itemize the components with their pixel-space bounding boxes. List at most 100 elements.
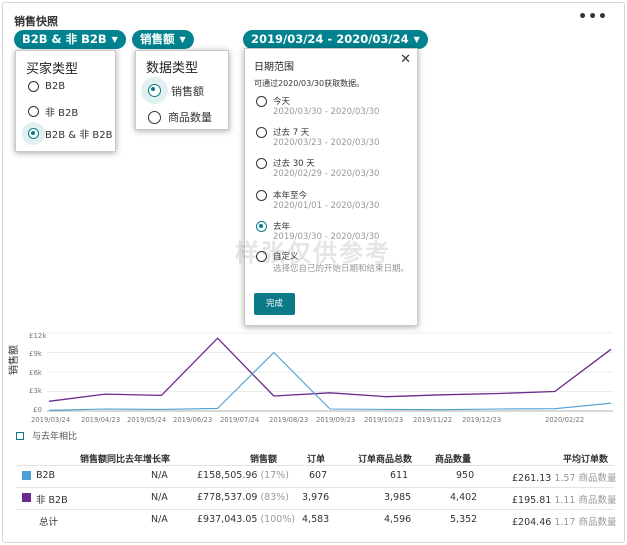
row-orders: 4,583 xyxy=(302,514,330,525)
buyer-type-dropdown[interactable]: B2B & 非 B2B ▼ xyxy=(14,30,126,49)
caret-down-icon: ▼ xyxy=(179,35,186,44)
x-tick-label: 2019/03/24 xyxy=(31,416,71,424)
close-icon[interactable]: ✕ xyxy=(400,52,411,67)
row-growth: N/A xyxy=(151,470,168,481)
row-units: 5,352 xyxy=(450,514,478,525)
series-line-b2b xyxy=(48,351,612,411)
buyer-option-non-b2b[interactable]: 非 B2B xyxy=(28,104,78,119)
data-type-heading: 数据类型 xyxy=(146,61,199,76)
data-type-pill-label: 销售额 xyxy=(140,32,175,46)
x-tick-label: 2019/06/23 xyxy=(173,416,213,424)
sales-value: £778,537.09 xyxy=(197,492,258,503)
buyer-type-menu: 买家类型 B2B 非 B2B B2B & 非 B2B xyxy=(15,50,116,152)
radio-button[interactable] xyxy=(256,127,267,138)
row-growth: N/A xyxy=(151,492,168,503)
x-tick-label: 2019/07/24 xyxy=(220,416,260,424)
sales-percent: (17%) xyxy=(260,470,289,481)
y-tick-label: £12k xyxy=(29,332,47,340)
buyer-type-pill-label: B2B & 非 B2B xyxy=(22,32,107,46)
col-header-growth: 销售额同比去年增长率 xyxy=(80,455,171,465)
date-range-dropdown[interactable]: 2019/03/24 - 2020/03/24 ▼ xyxy=(243,30,428,49)
sales-value: £158,505.96 xyxy=(197,470,258,481)
x-tick-label: 2020/02/22 xyxy=(545,416,585,424)
y-tick-label: £9k xyxy=(29,350,42,358)
option-range: 2020/01/01 - 2020/03/30 xyxy=(273,201,380,211)
radio-button[interactable] xyxy=(256,158,267,169)
radio-button[interactable] xyxy=(256,190,267,201)
row-order-items: 611 xyxy=(390,470,409,481)
date-option-year-to-date[interactable]: 本年至今 2020/01/01 - 2020/03/30 xyxy=(256,189,379,211)
date-range-pill-label: 2019/03/24 - 2020/03/24 xyxy=(251,32,409,46)
radio-button[interactable] xyxy=(28,81,39,92)
checkbox[interactable] xyxy=(16,431,24,440)
option-label: 商品数量 xyxy=(168,111,212,124)
option-label: 去年 xyxy=(273,222,291,232)
radio-selected-halo xyxy=(141,77,168,104)
radio-button-selected[interactable] xyxy=(28,128,39,139)
chart-grid xyxy=(47,332,613,412)
date-option-last-7-days[interactable]: 过去 7 天 2020/03/23 - 2020/03/30 xyxy=(256,126,379,148)
more-icon[interactable]: ••• xyxy=(578,9,608,25)
x-tick-label: 2019/08/23 xyxy=(269,416,309,424)
table-divider xyxy=(16,465,614,466)
sales-line-chart xyxy=(47,332,613,412)
x-tick-label: 2019/04/23 xyxy=(81,416,121,424)
avg-units: 1.57 商品数量 xyxy=(554,473,617,484)
radio-button-selected[interactable] xyxy=(148,84,161,97)
option-label: 今天 xyxy=(273,97,291,107)
data-option-units[interactable]: 商品数量 xyxy=(148,109,212,125)
row-orders: 607 xyxy=(309,470,328,481)
date-range-heading: 日期范围 xyxy=(254,62,294,73)
sales-snapshot-widget: 销售快照 ••• B2B & 非 B2B ▼ 销售额 ▼ 2019/03/24 - … xyxy=(2,2,625,543)
data-type-menu: 数据类型 销售额 商品数量 xyxy=(135,50,229,130)
option-label: 过去 30 天 xyxy=(273,159,315,169)
row-name: B2B xyxy=(36,470,56,481)
col-header-units: 商品数量 xyxy=(435,455,472,465)
y-axis-label: 销售额 xyxy=(9,345,20,375)
data-option-sales[interactable]: 销售额 xyxy=(141,77,204,104)
compare-last-year-checkbox[interactable]: 与去年相比 xyxy=(16,429,77,442)
option-label: 销售额 xyxy=(171,84,204,98)
buyer-type-heading: 买家类型 xyxy=(26,62,79,77)
data-type-dropdown[interactable]: 销售额 ▼ xyxy=(132,30,194,49)
done-button[interactable]: 完成 xyxy=(254,293,295,315)
row-avg: £195.81 1.11 商品数量 xyxy=(512,492,617,506)
option-label: B2B & 非 B2B xyxy=(45,130,113,141)
option-label: 本年至今 xyxy=(273,191,308,201)
col-header-orders: 订单 xyxy=(307,455,326,465)
row-units: 4,402 xyxy=(450,492,478,503)
non-b2b-color-swatch xyxy=(22,493,31,502)
row-sales: £778,537.09 (83%) xyxy=(197,492,289,503)
table-divider xyxy=(16,509,614,510)
avg-units: 1.11 商品数量 xyxy=(554,495,617,506)
y-tick-label: £3k xyxy=(29,387,42,395)
col-header-order-items: 订单商品总数 xyxy=(358,455,413,465)
buyer-option-b2b[interactable]: B2B xyxy=(28,81,65,92)
radio-button-selected[interactable] xyxy=(256,221,267,232)
row-name: 总计 xyxy=(39,517,59,528)
row-order-items: 4,596 xyxy=(384,514,412,525)
buyer-option-all[interactable]: B2B & 非 B2B xyxy=(22,122,113,145)
x-tick-label: 2019/10/23 xyxy=(364,416,404,424)
radio-button[interactable] xyxy=(28,106,39,117)
row-orders: 3,976 xyxy=(302,492,330,503)
option-label: 过去 7 天 xyxy=(273,128,310,138)
option-range: 2020/02/29 - 2020/03/30 xyxy=(273,169,380,179)
sales-percent: (100%) xyxy=(260,514,296,525)
row-units: 950 xyxy=(456,470,475,481)
x-tick-label: 2019/11/22 xyxy=(413,416,453,424)
option-label: 非 B2B xyxy=(45,108,79,119)
data-availability-note: 可通过2020/03/30获取数据。 xyxy=(254,79,365,88)
watermark-text: 样张仅供参考 xyxy=(235,239,391,267)
radio-button[interactable] xyxy=(256,96,267,107)
date-option-today[interactable]: 今天 2020/03/30 - 2020/03/30 xyxy=(256,95,379,117)
y-tick-label: £6k xyxy=(29,369,42,377)
col-header-avg-order: 平均订单数 xyxy=(563,455,609,465)
date-option-last-30-days[interactable]: 过去 30 天 2020/02/29 - 2020/03/30 xyxy=(256,157,379,179)
compare-label: 与去年相比 xyxy=(32,432,78,442)
row-order-items: 3,985 xyxy=(384,492,412,503)
row-growth: N/A xyxy=(151,514,168,525)
option-range: 2020/03/30 - 2020/03/30 xyxy=(273,107,380,117)
radio-button[interactable] xyxy=(148,110,161,124)
row-avg: £261.13 1.57 商品数量 xyxy=(512,470,617,484)
